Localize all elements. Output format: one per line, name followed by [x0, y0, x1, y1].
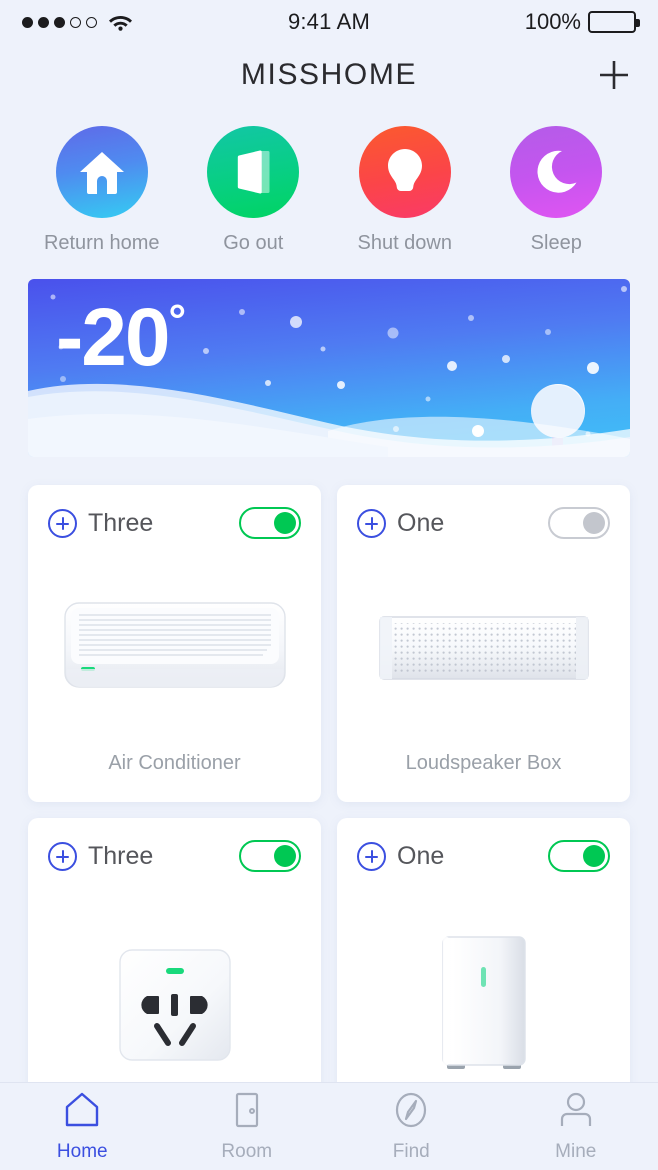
status-bar: 9:41 AM 100% [0, 0, 658, 44]
tab-label: Mine [555, 1141, 597, 1162]
scene-shut-down[interactable]: Shut down [345, 126, 465, 255]
air-conditioner-icon [48, 541, 301, 752]
plus-icon[interactable] [594, 55, 634, 95]
nav-bar: MISSHOME [0, 44, 658, 106]
bottom-tab-bar: Home Room Find Mine [0, 1082, 658, 1170]
card-header-left: Three [48, 508, 154, 538]
plus-circle-icon[interactable] [48, 841, 77, 871]
device-count-label: One [397, 841, 445, 870]
card-header-left: One [357, 841, 445, 871]
plus-circle-icon[interactable] [357, 508, 386, 538]
status-bar-left [22, 13, 288, 31]
tab-label: Find [392, 1141, 430, 1162]
tab-mine[interactable]: Mine [494, 1090, 658, 1163]
scene-label: Return home [43, 232, 160, 254]
status-bar-right: 100% [370, 9, 640, 35]
scene-shortcuts: Return home Go out Shut down Sleep [0, 106, 658, 255]
device-card-loudspeaker[interactable]: One Loudspeaker Box [337, 485, 630, 802]
status-bar-time: 9:41 AM [287, 9, 371, 34]
scene-go-out[interactable]: Go out [193, 126, 313, 255]
compass-icon [391, 1090, 431, 1135]
card-header: Three [48, 505, 301, 541]
scene-return-home[interactable]: Return home [42, 126, 162, 255]
plus-circle-icon[interactable] [357, 841, 386, 871]
scene-label: Shut down [357, 232, 452, 254]
wifi-icon [108, 13, 133, 31]
signal-strength-dots [22, 16, 97, 28]
card-header: One [357, 838, 610, 874]
page-title: MISSHOME [240, 58, 418, 91]
door-icon [227, 1090, 267, 1135]
tab-label: Room [221, 1141, 273, 1162]
house-icon [62, 1090, 102, 1135]
device-count-label: Three [88, 841, 154, 870]
tab-label: Home [56, 1141, 108, 1162]
device-count-label: Three [88, 508, 154, 537]
bulb-icon [358, 126, 451, 218]
tab-room[interactable]: Room [165, 1090, 330, 1163]
card-header: One [357, 505, 610, 541]
tab-find[interactable]: Find [329, 1090, 494, 1163]
plus-circle-icon[interactable] [48, 508, 77, 538]
tab-home[interactable]: Home [0, 1090, 165, 1163]
device-toggle[interactable] [548, 840, 610, 872]
temperature-value: -20 [56, 292, 171, 383]
card-header-left: One [357, 508, 445, 538]
home-icon [55, 126, 148, 218]
battery-percent: 100% [524, 9, 581, 34]
scene-label: Sleep [530, 232, 582, 254]
scene-sleep[interactable]: Sleep [496, 126, 616, 255]
scene-label: Go out [223, 232, 284, 254]
weather-temperature: -20° [56, 296, 187, 379]
weather-banner-wrap: -20° [0, 255, 658, 457]
device-caption: Air Conditioner [108, 752, 241, 774]
door-icon [207, 126, 300, 218]
card-header-left: Three [48, 841, 154, 871]
battery-full-icon [588, 11, 640, 33]
device-toggle[interactable] [548, 507, 610, 539]
device-toggle[interactable] [239, 840, 301, 872]
card-header: Three [48, 838, 301, 874]
person-icon [556, 1090, 596, 1135]
device-caption: Loudspeaker Box [405, 752, 562, 774]
device-grid: Three Air Conditioner One Loudspeaker Bo… [0, 457, 658, 1170]
weather-banner[interactable]: -20° [28, 279, 630, 457]
device-toggle[interactable] [239, 507, 301, 539]
moon-icon [510, 126, 603, 218]
loudspeaker-icon [357, 541, 610, 752]
degree-symbol: ° [168, 296, 187, 345]
device-count-label: One [397, 508, 445, 537]
app-screen: 9:41 AM 100% MISSHOME Return home Go out… [0, 0, 658, 1170]
device-card-air-conditioner[interactable]: Three Air Conditioner [28, 485, 321, 802]
